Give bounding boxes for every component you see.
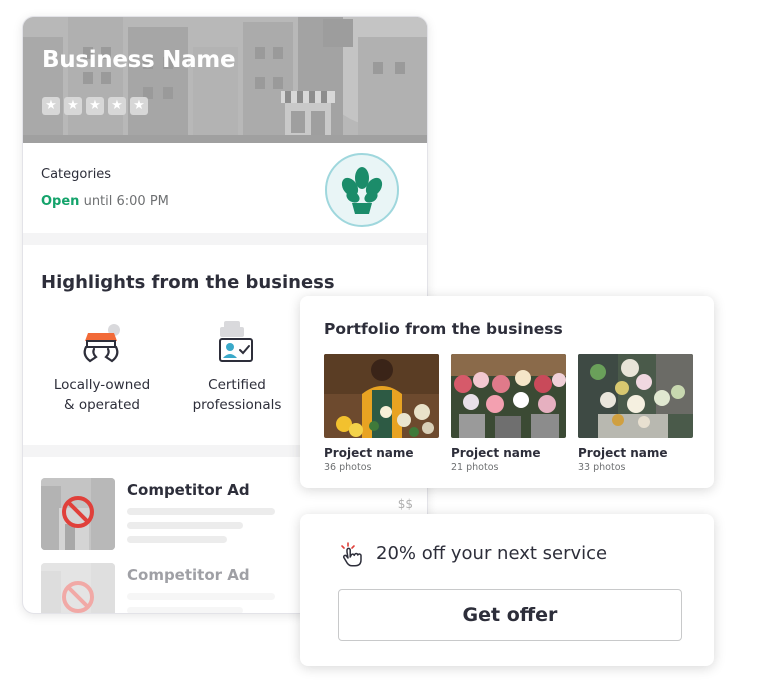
star-icon: ★	[42, 97, 60, 115]
competitor-price: $$	[397, 497, 413, 511]
get-offer-button[interactable]: Get offer	[338, 589, 682, 641]
city-illustration	[23, 17, 427, 143]
project-photo-count: 36 photos	[324, 462, 372, 473]
storefront-image	[41, 563, 115, 613]
competitor-thumbnail	[41, 478, 115, 550]
placeholder-line	[127, 508, 275, 515]
placeholder-line	[127, 593, 275, 600]
competitor-title: Competitor Ad	[127, 481, 250, 499]
categories-label: Categories	[41, 167, 112, 182]
highlight-item-local: Locally-owned & operated	[47, 321, 157, 415]
portfolio-card: Portfolio from the business Project name…	[300, 296, 714, 488]
placeholder-line	[127, 536, 227, 543]
highlight-item-certified: Certified professionals	[181, 321, 293, 415]
section-divider	[23, 233, 427, 245]
star-icon: ★	[64, 97, 82, 115]
placeholder-line	[127, 522, 243, 529]
storefront-image	[41, 478, 115, 550]
project-photo	[324, 354, 439, 438]
competitor-title: Competitor Ad	[127, 566, 250, 584]
project-name: Project name	[324, 446, 414, 460]
open-status: Open	[41, 194, 80, 209]
highlight-label: Locally-owned	[53, 377, 151, 393]
local-shop-icon	[83, 324, 120, 363]
star-icon: ★	[86, 97, 104, 115]
offer-text: 20% off your next service	[376, 543, 608, 564]
hours-status: Open until 6:00 PM	[41, 194, 169, 209]
star-icon: ★	[130, 97, 148, 115]
placeholder-line	[127, 607, 243, 613]
highlight-label: & operated	[64, 397, 140, 413]
tap-hand-icon	[341, 542, 362, 567]
rating-stars: ★ ★ ★ ★ ★	[42, 97, 148, 115]
highlights-title: Highlights from the business	[41, 272, 335, 293]
certified-badge-icon	[219, 321, 253, 362]
portfolio-project[interactable]: Project name 33 photos	[578, 354, 693, 473]
portfolio-project[interactable]: Project name 36 photos	[324, 354, 439, 473]
competitor-thumbnail	[41, 563, 115, 613]
project-photo	[578, 354, 693, 438]
plant-logo-icon	[341, 167, 383, 214]
project-name: Project name	[451, 446, 541, 460]
offer-card: 20% off your next service Get offer	[300, 514, 714, 666]
hours-text: until 6:00 PM	[83, 194, 169, 209]
portfolio-project[interactable]: Project name 21 photos	[451, 354, 566, 473]
business-logo	[325, 153, 399, 227]
project-photo-count: 21 photos	[451, 462, 499, 473]
project-photo-count: 33 photos	[578, 462, 626, 473]
business-hero-banner: Business Name ★ ★ ★ ★ ★	[23, 17, 427, 143]
project-photo	[451, 354, 566, 438]
star-icon: ★	[108, 97, 126, 115]
business-name: Business Name	[42, 47, 236, 73]
highlight-label: Certified	[208, 377, 266, 393]
project-name: Project name	[578, 446, 668, 460]
highlight-label: professionals	[192, 397, 282, 413]
business-info: Categories Open until 6:00 PM	[23, 143, 427, 233]
portfolio-title: Portfolio from the business	[324, 320, 563, 338]
